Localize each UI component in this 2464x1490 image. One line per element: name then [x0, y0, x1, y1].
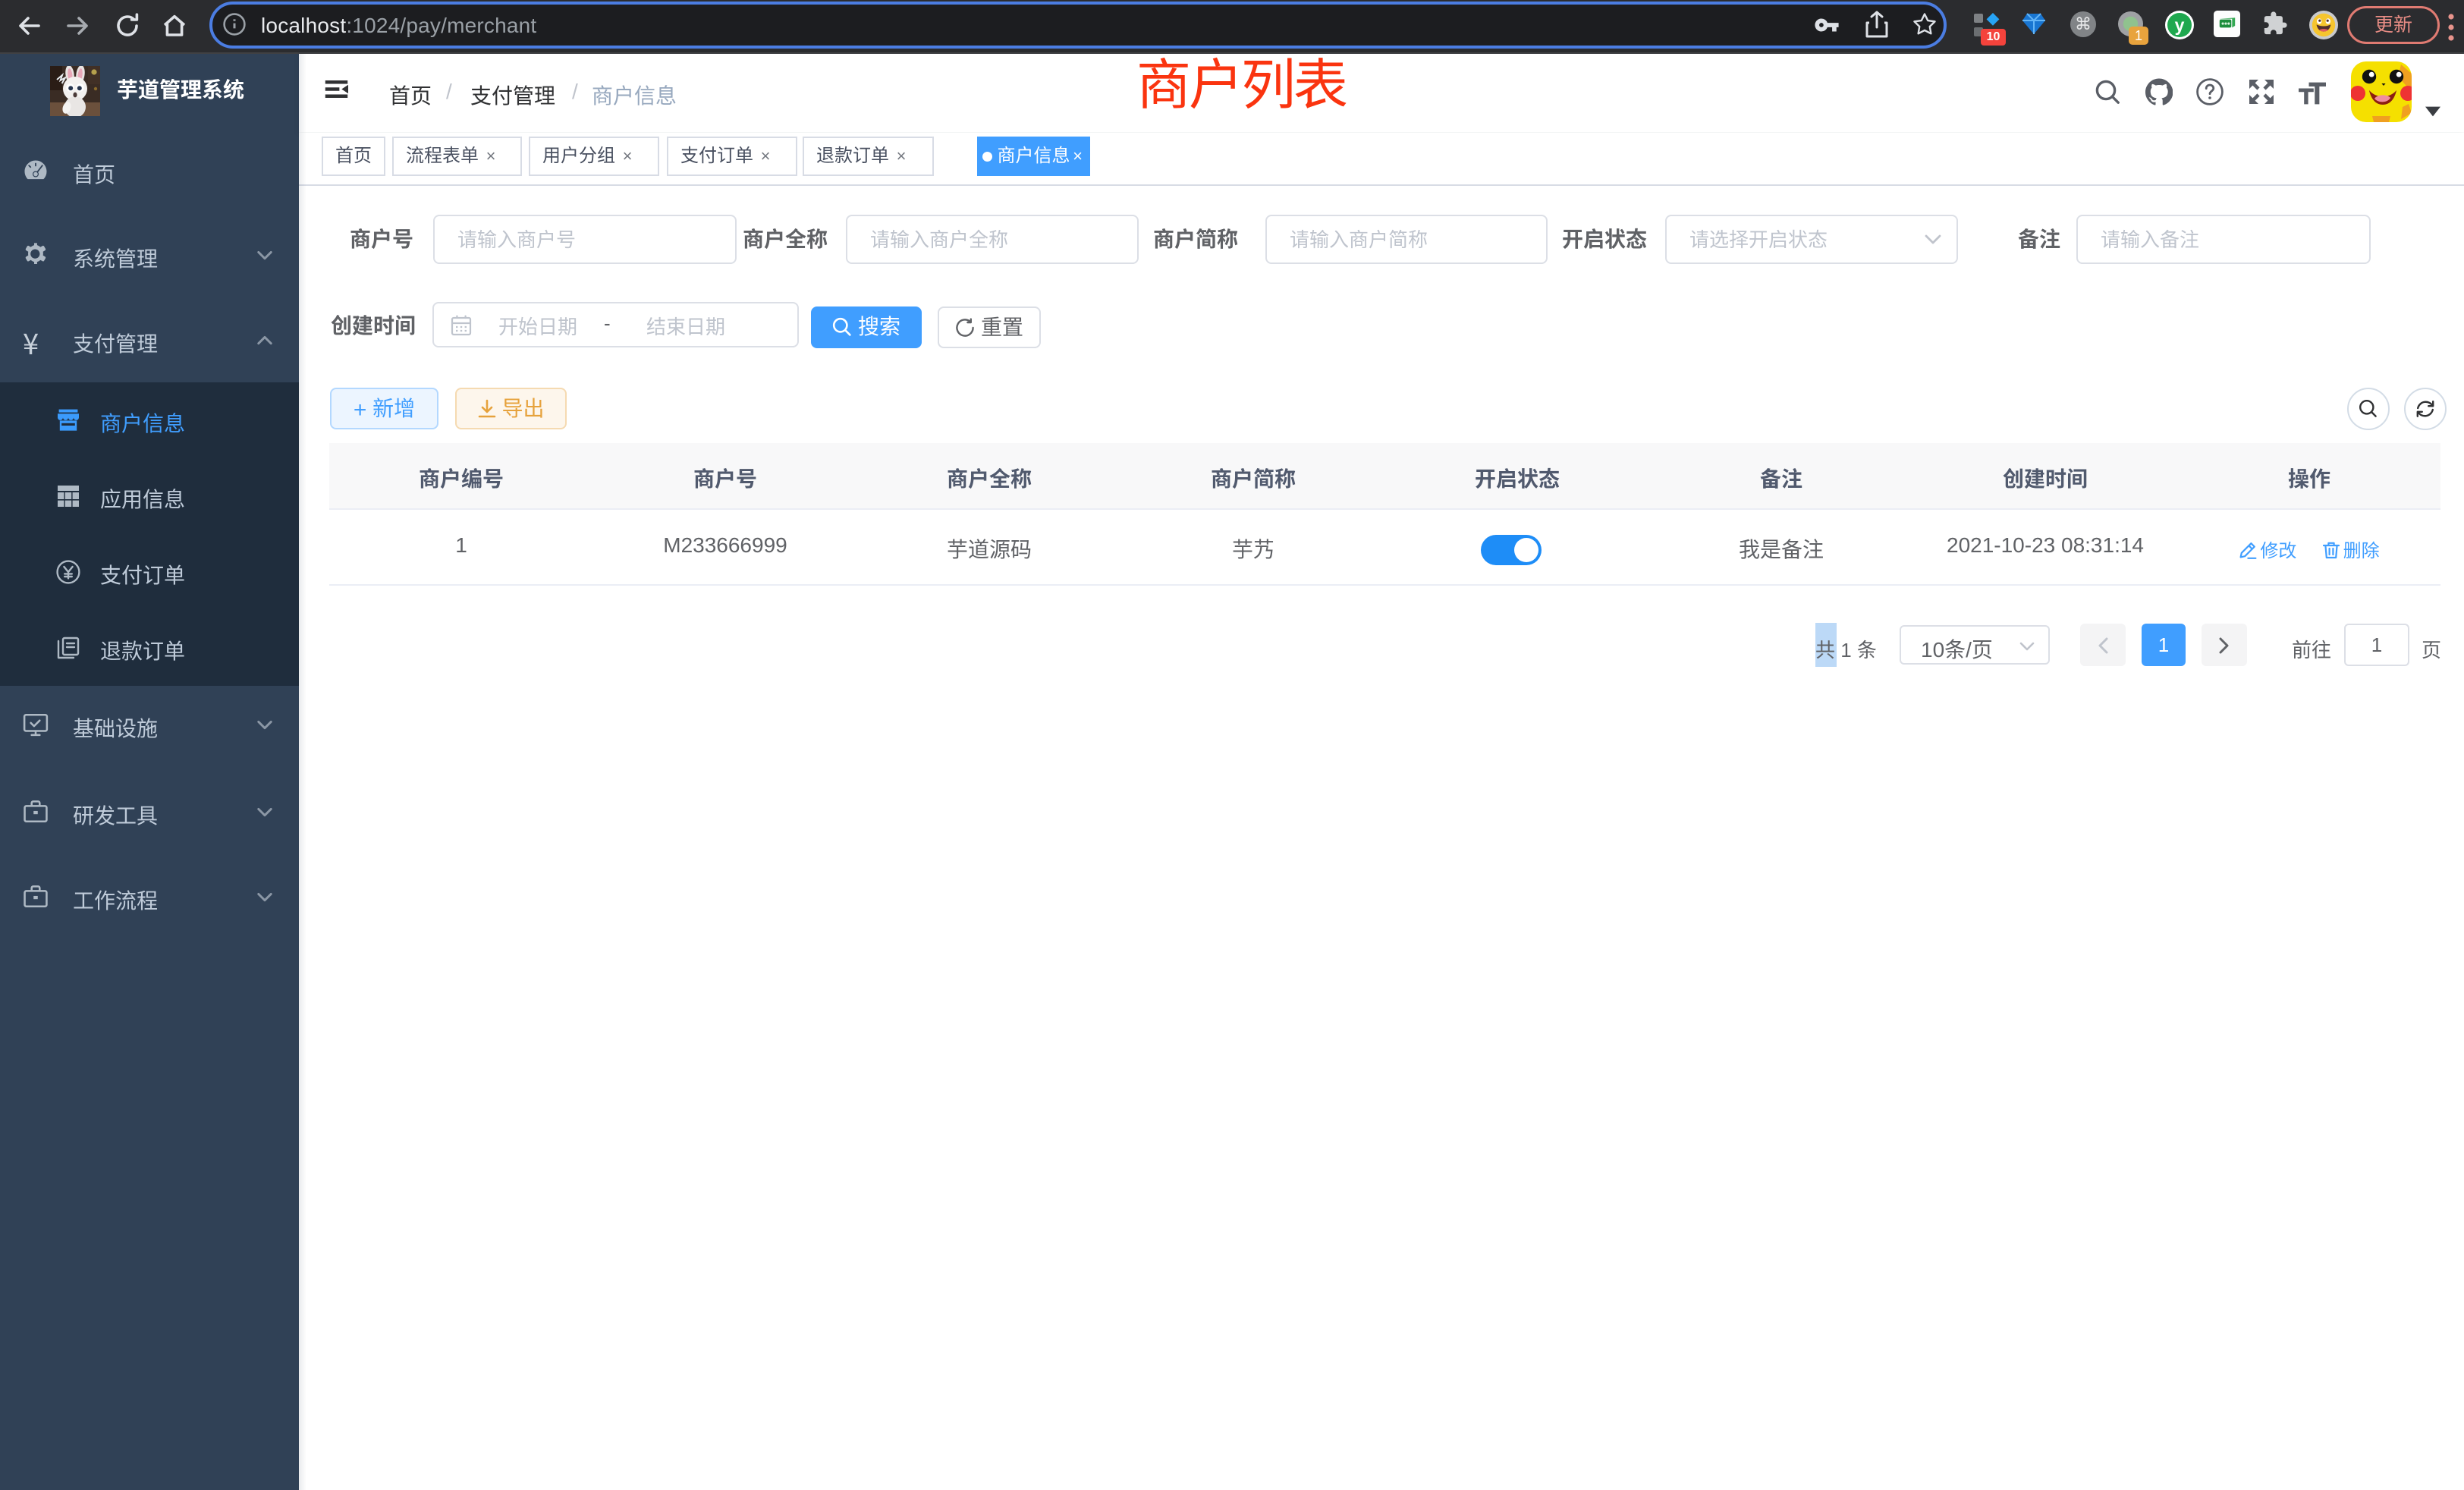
svg-text:⌘: ⌘ — [2075, 14, 2092, 33]
svg-text:y: y — [2175, 15, 2185, 35]
